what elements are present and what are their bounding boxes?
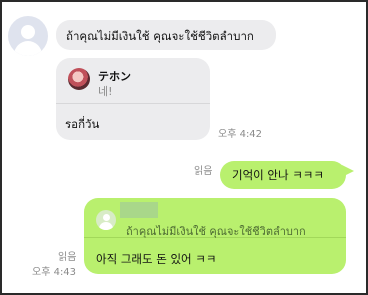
avatar-head-shape (103, 214, 110, 221)
message-text: 기억이 안나 ㅋㅋㅋ (232, 168, 324, 182)
chat-window: ถ้าคุณไม่มีเงินใช้ คุณจะใช้ชีวิตลำบาก テホ… (0, 0, 368, 295)
outgoing-message-1[interactable]: 기억이 안나 ㅋㅋㅋ (220, 161, 354, 189)
quoted-reply[interactable]: ถ้าคุณไม่มีเงินใช้ คุณจะใช้ชีวิตลำบาก (84, 198, 346, 238)
quoted-sender-name-redacted (120, 202, 158, 218)
message-text: 아직 그래도 돈 있어 ㅋㅋ (96, 252, 217, 266)
avatar-body-shape (99, 222, 113, 230)
quoted-text: ถ้าคุณไม่มีเงินใช้ คุณจะใช้ชีวิตลำบาก (126, 225, 306, 238)
message-text: รอกี่วัน (65, 117, 100, 131)
quoted-avatar-icon (96, 210, 116, 230)
incoming-message-2[interactable]: テホン 네! รอกี่วัน (56, 58, 210, 140)
read-receipt: 읽음 (194, 166, 213, 177)
incoming-message-1[interactable]: ถ้าคุณไม่มีเงินใช้ คุณจะใช้ชีวิตลำบาก (56, 20, 276, 50)
avatar-body-shape (14, 41, 42, 56)
message-text: ถ้าคุณไม่มีเงินใช้ คุณจะใช้ชีวิตลำบาก (66, 29, 254, 43)
read-receipt: 읽음 (58, 252, 77, 263)
avatar-head-shape (21, 25, 35, 39)
contact-avatar[interactable] (8, 16, 48, 56)
message-time: 오후 4:43 (32, 267, 77, 278)
quoted-text: 네! (98, 85, 113, 98)
message-time: 오후 4:42 (218, 129, 263, 140)
quoted-reply[interactable]: テホン 네! (56, 58, 210, 104)
outgoing-message-2[interactable]: ถ้าคุณไม่มีเงินใช้ คุณจะใช้ชีวิตลำบาก 아직… (84, 198, 346, 274)
quoted-sender-name: テホン (98, 70, 131, 83)
quoted-avatar (68, 68, 90, 90)
